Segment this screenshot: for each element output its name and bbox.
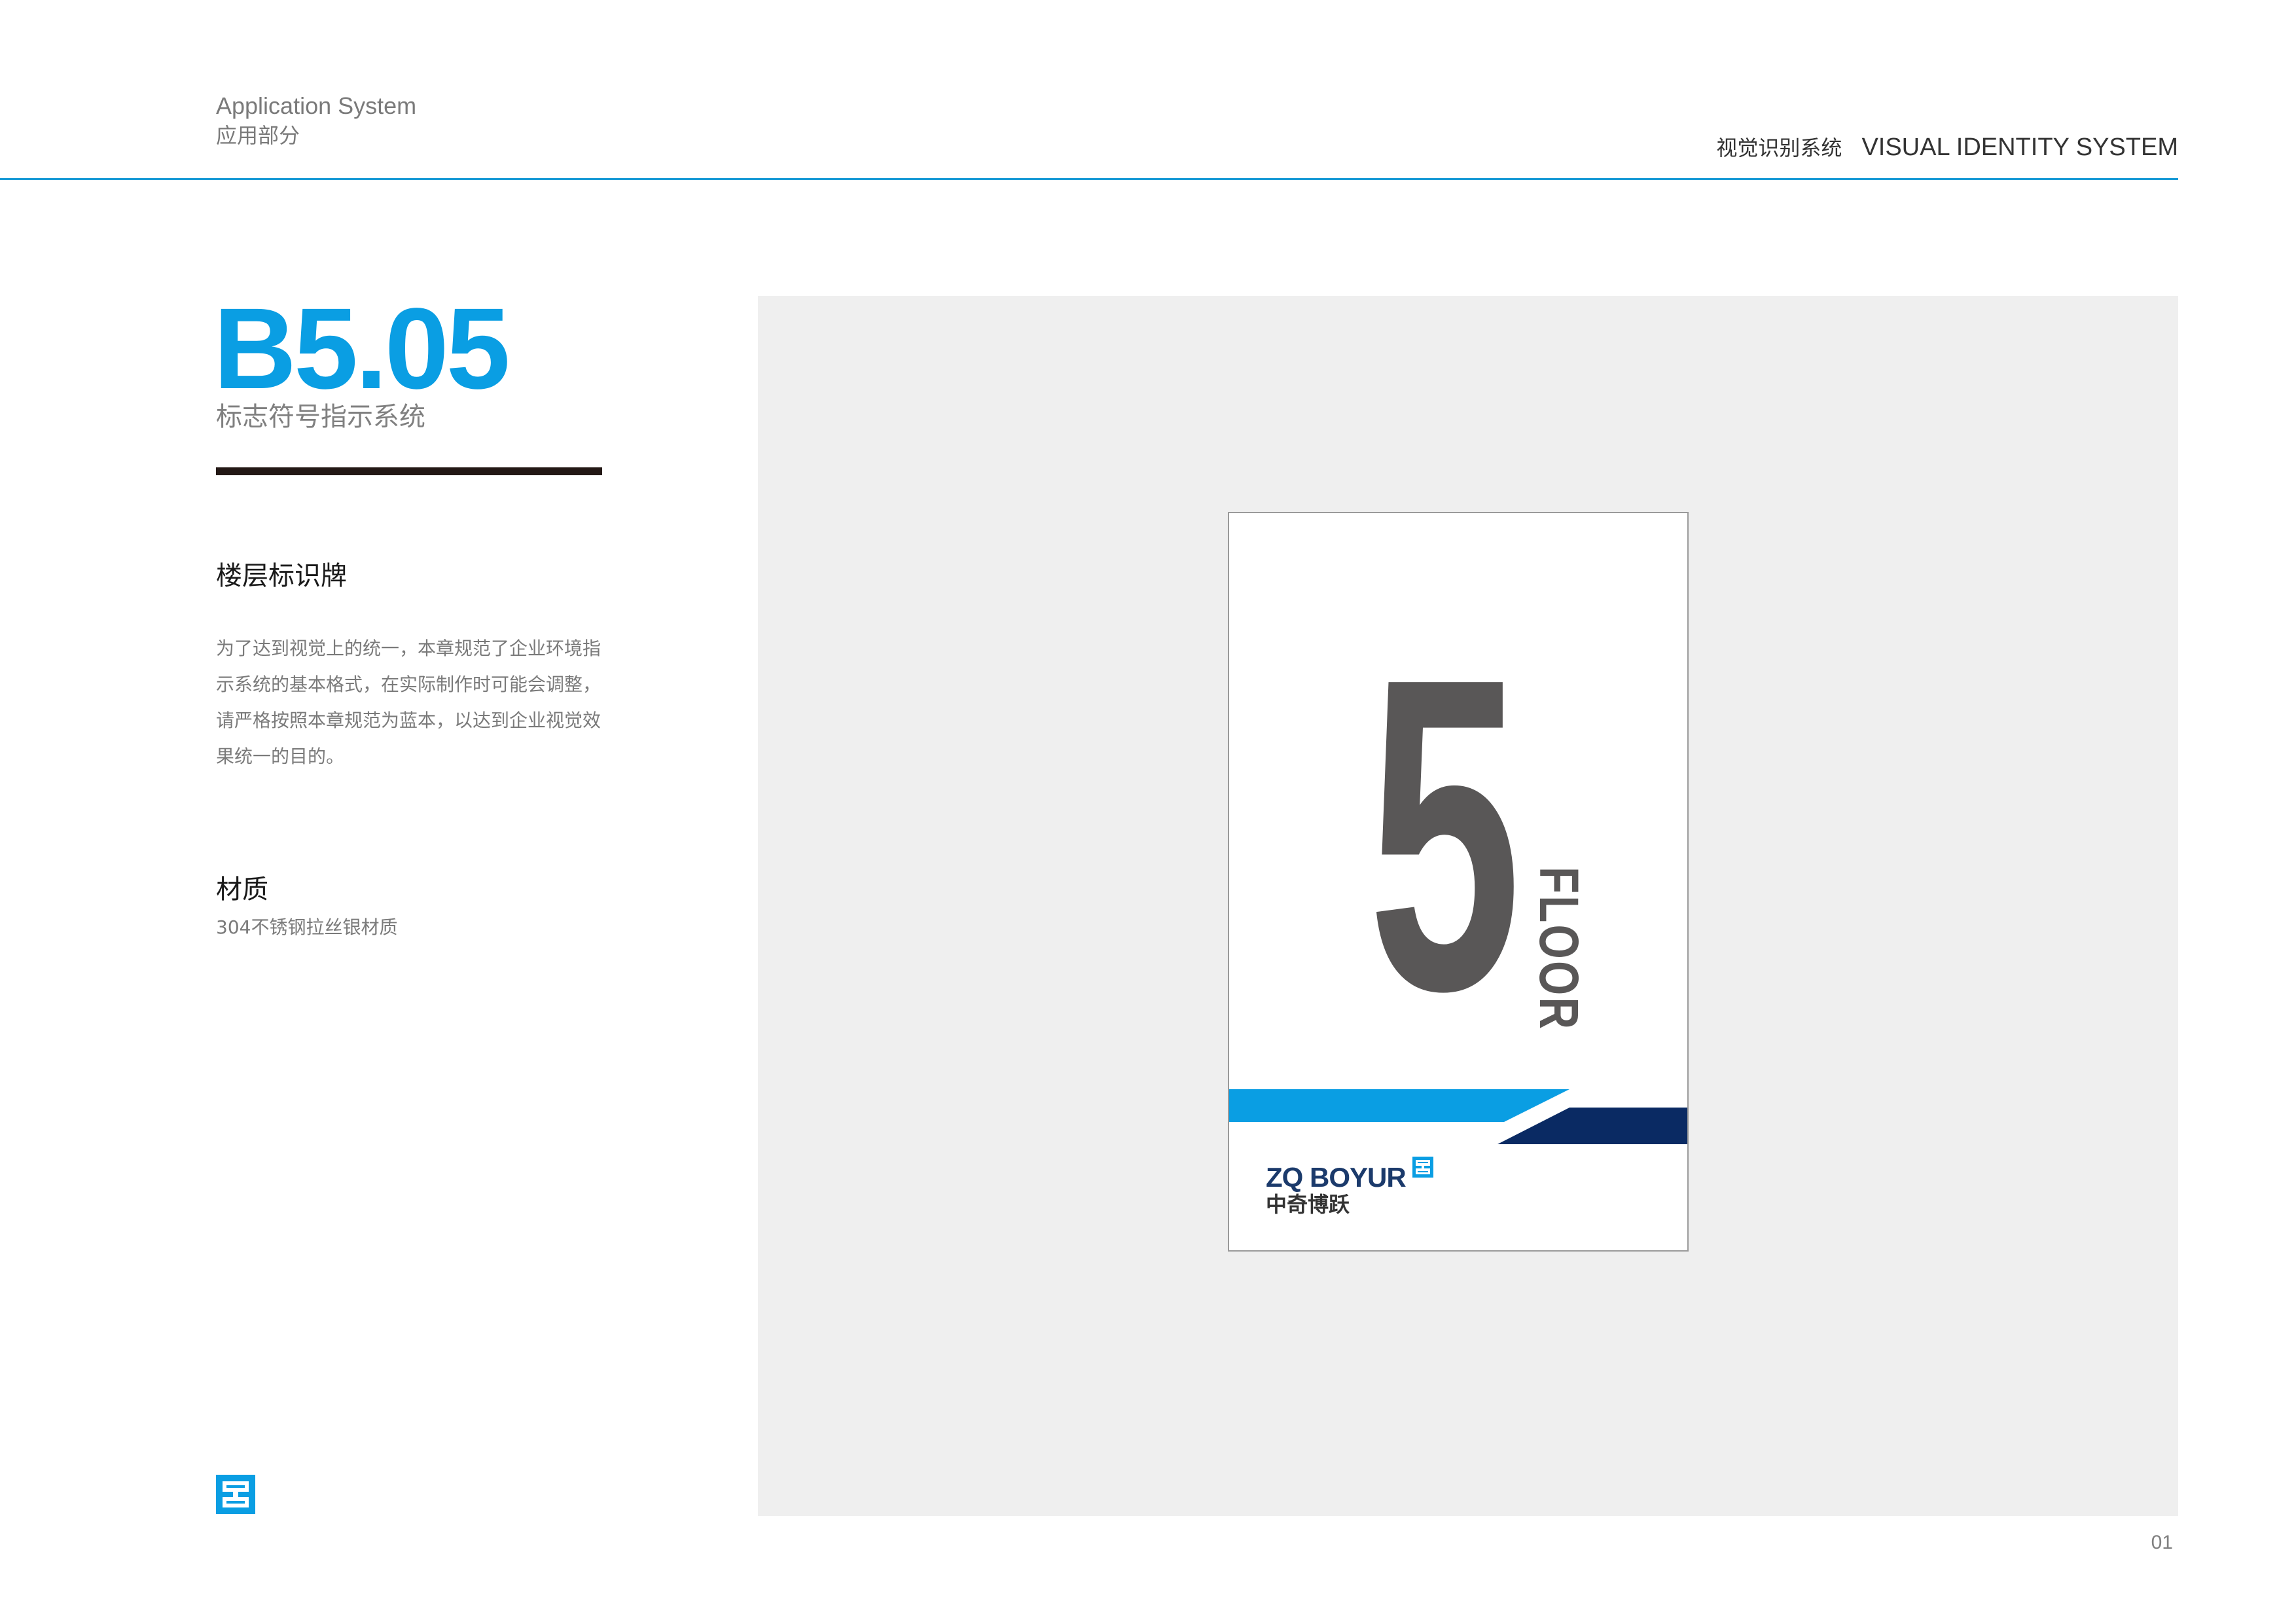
system-title-cn: 视觉识别系统 — [1716, 135, 1842, 160]
section-title-en: Application System — [216, 92, 417, 119]
section1-title: 楼层标识牌 — [216, 561, 347, 591]
system-title-en: VISUAL IDENTITY SYSTEM — [1861, 134, 2178, 161]
brand-logo-icon — [1412, 1157, 1433, 1178]
section2-title: 材质 — [216, 875, 268, 905]
sign-stripes — [1229, 1089, 1687, 1144]
system-title: 视觉识别系统 VISUAL IDENTITY SYSTEM — [1716, 135, 2178, 160]
section-title-cn: 应用部分 — [216, 123, 300, 148]
page-number: 01 — [2151, 1532, 2173, 1553]
section2-description: 304不锈钢拉丝银材质 — [216, 916, 398, 938]
page-subtitle: 标志符号指示系统 — [216, 402, 425, 432]
header-divider — [0, 178, 2178, 180]
floor-number: 5 — [1368, 586, 1521, 1083]
brand-name-cn: 中奇博跃 — [1266, 1192, 1350, 1217]
zq-logo-icon — [216, 1475, 255, 1514]
page-code: B5.05 — [213, 285, 511, 413]
title-underline — [216, 467, 602, 475]
brand-name-en: ZQ BOYUR — [1266, 1162, 1407, 1193]
floor-label: FLOOR — [1528, 867, 1590, 1032]
section1-description: 为了达到视觉上的统一，本章规范了企业环境指示系统的基本格式，在实际制作时可能会调… — [216, 638, 601, 767]
